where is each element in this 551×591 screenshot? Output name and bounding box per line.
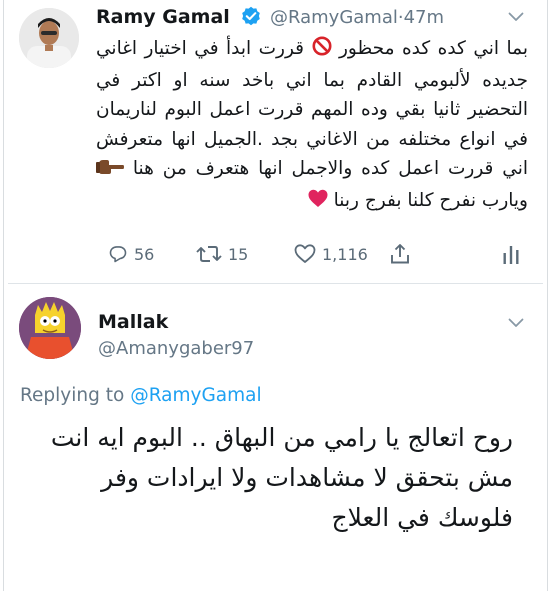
analytics-action[interactable] — [502, 240, 526, 268]
pointing-hand-icon — [96, 156, 124, 186]
reply-icon — [109, 246, 127, 263]
retweet-count: 15 — [228, 244, 249, 264]
reply-author-name[interactable]: Mallak — [98, 311, 168, 333]
author-handle[interactable]: @RamyGamal — [270, 7, 398, 28]
red-heart-icon — [308, 188, 328, 218]
share-action[interactable] — [390, 240, 416, 268]
like-count: 1,116 — [322, 244, 368, 264]
heart-outline-icon — [294, 244, 316, 263]
tweet-thread: Ramy Gamal @RamyGamal·47m بما اني كده كد… — [3, 0, 548, 591]
share-icon — [391, 244, 409, 264]
avatar-mallak[interactable] — [19, 297, 81, 359]
chevron-down-icon[interactable] — [508, 12, 524, 22]
tweet-text-part-3: ويارب نفرح كلنا بفرج ربنا — [327, 189, 528, 211]
replying-to-link[interactable]: @RamyGamal — [130, 385, 261, 406]
reply-count: 56 — [134, 244, 155, 264]
tweet-timestamp[interactable]: 47m — [404, 7, 444, 28]
verified-badge-icon — [241, 6, 261, 30]
tweet-actions: 56 15 1,116 — [108, 240, 528, 268]
analytics-icon — [503, 246, 519, 264]
avatar-ramy-gamal[interactable] — [19, 8, 79, 68]
tweet-text-part-1: بما اني كده كده محظور — [331, 38, 528, 59]
tweet-text: بما اني كده كده محظور قررت ابدأ في اختيا… — [96, 34, 528, 217]
like-action[interactable]: 1,116 — [294, 240, 368, 268]
no-entry-icon — [312, 36, 332, 66]
reply-author-handle[interactable]: @Amanygaber97 — [98, 338, 254, 359]
replying-to-line: Replying to @RamyGamal — [20, 385, 262, 406]
replying-prefix: Replying to — [20, 385, 125, 406]
reply-chevron-down-icon[interactable] — [508, 318, 524, 328]
tweet-header: Ramy Gamal @RamyGamal·47m — [96, 6, 523, 32]
author-name[interactable]: Ramy Gamal — [96, 6, 230, 28]
tweet-divider — [8, 283, 543, 284]
reply-action[interactable]: 56 — [108, 240, 154, 268]
retweet-action[interactable]: 15 — [196, 240, 248, 268]
retweet-icon — [196, 246, 222, 262]
reply-text: روح اتعالج يا رامي من البهاق .. البوم اي… — [50, 423, 513, 532]
